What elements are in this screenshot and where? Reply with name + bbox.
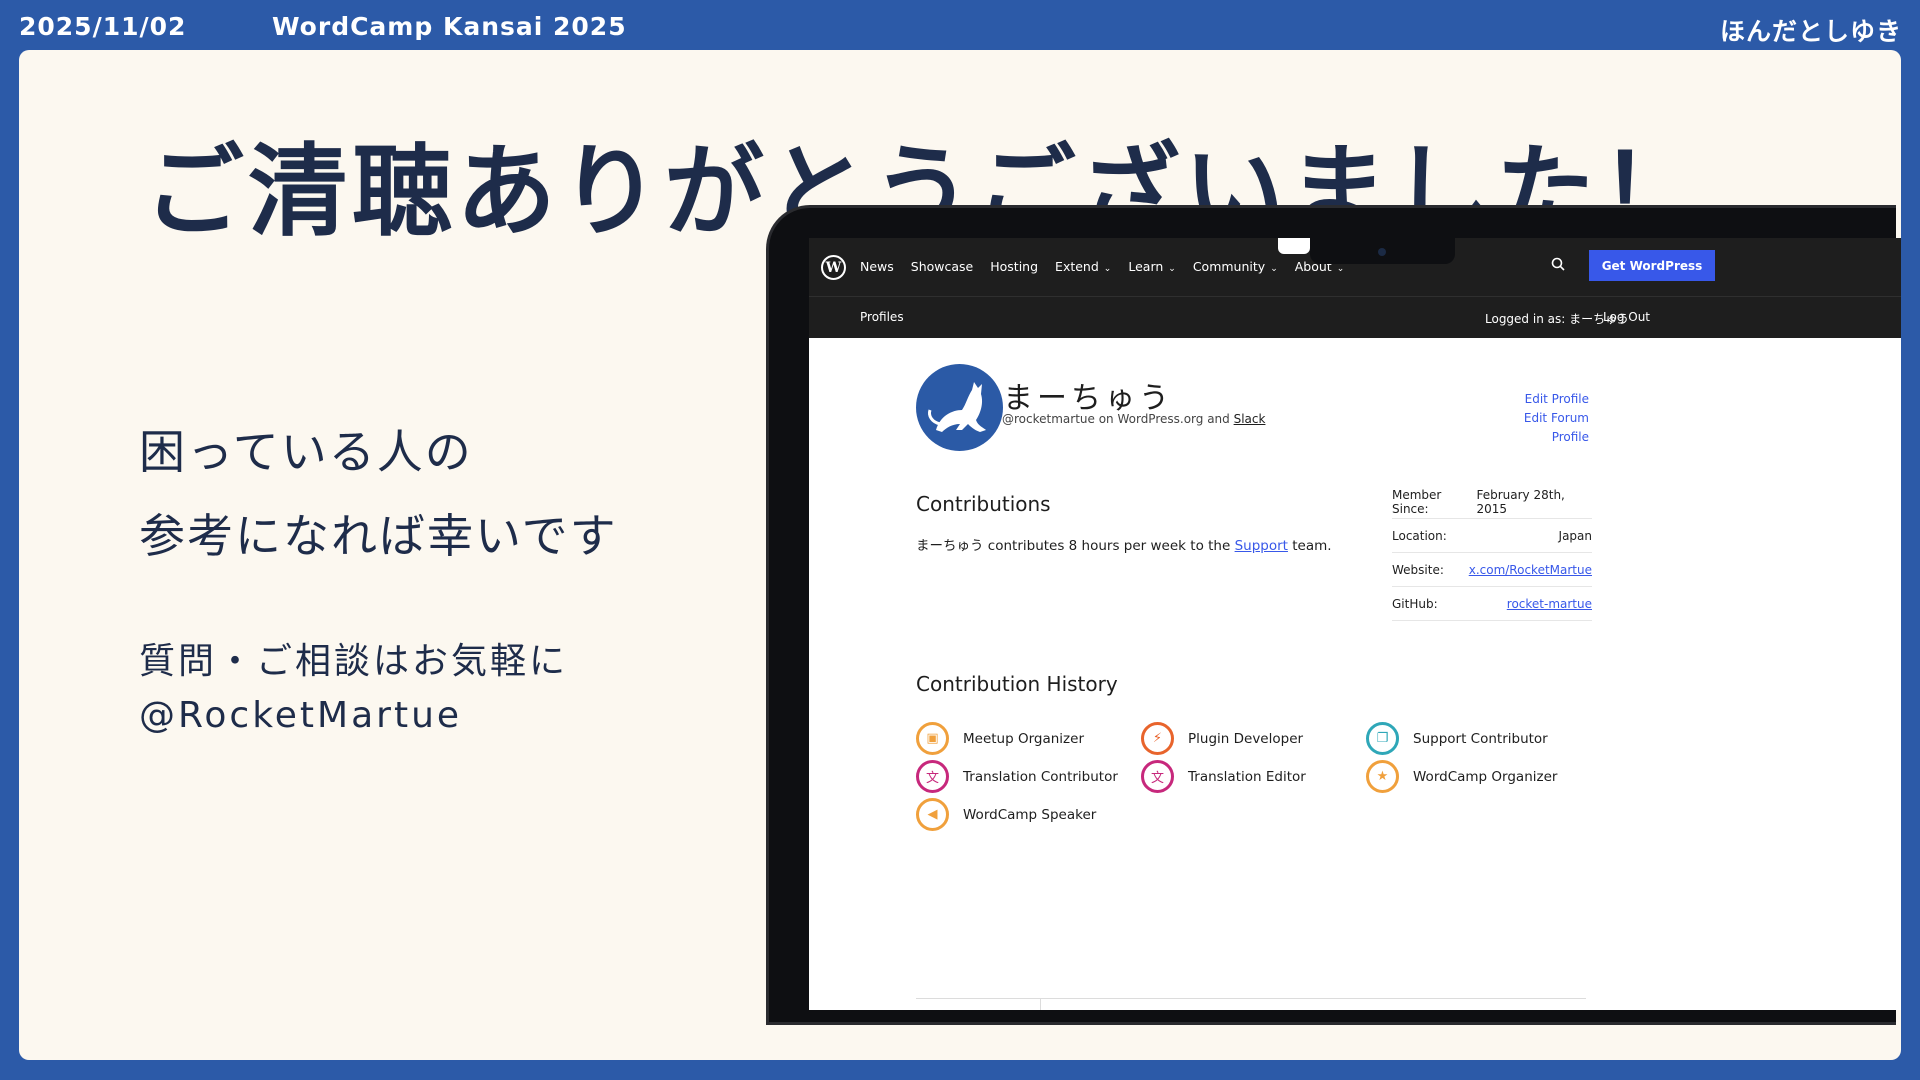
badge-translation-editor: 文 Translation Editor	[1141, 760, 1306, 793]
badge-wordcamp-organizer: ★ WordCamp Organizer	[1366, 760, 1557, 793]
support-icon: ❐	[1366, 722, 1399, 755]
badge-label: Meetup Organizer	[963, 730, 1084, 747]
section-divider	[916, 998, 1586, 999]
meetup-icon: ▣	[916, 722, 949, 755]
nav-item-news[interactable]: News	[860, 259, 894, 274]
badge-plugin-developer: ⚡ Plugin Developer	[1141, 722, 1303, 755]
translation-icon: 文	[916, 760, 949, 793]
slide-contact: 質問・ご相談はお気軽に @RocketMartue	[139, 635, 568, 743]
meta-label: Member Since:	[1392, 487, 1442, 516]
badge-label: Translation Editor	[1188, 768, 1306, 785]
cat-avatar-icon	[928, 382, 986, 432]
slide-message: 困っている人の 参考になれば幸いです	[139, 410, 618, 578]
meta-value: February 28th, 2015	[1476, 487, 1565, 516]
meta-label: Location:	[1392, 528, 1447, 543]
badge-label: WordCamp Organizer	[1413, 768, 1558, 785]
profile-meta: Member Since: February 28th, 2015 Locati…	[1392, 485, 1592, 621]
badge-translation-contributor: 文 Translation Contributor	[916, 760, 1118, 793]
meta-row-member-since: Member Since: February 28th, 2015	[1392, 485, 1592, 519]
wordcamp-organizer-icon: ★	[1366, 760, 1399, 793]
nav-items: News Showcase Hosting Extend ⌄ Learn ⌄ Com…	[860, 259, 1344, 274]
chevron-down-icon: ⌄	[1168, 264, 1176, 274]
camera-icon	[1378, 248, 1386, 256]
support-team-link[interactable]: Support	[1235, 538, 1288, 554]
meta-label: Website:	[1392, 562, 1444, 577]
event-name: WordCamp Kansai 2025	[272, 12, 627, 41]
badge-meetup-organizer: ▣ Meetup Organizer	[916, 722, 1084, 755]
profiles-link[interactable]: Profiles	[860, 310, 904, 324]
message-line: 困っている人の	[139, 425, 473, 479]
slack-link[interactable]: Slack	[1234, 412, 1266, 426]
nav-label: Extend	[1055, 259, 1099, 274]
website-link[interactable]: x.com/RocketMartue	[1469, 563, 1592, 577]
edit-profile-link[interactable]: Edit Profile	[1489, 390, 1589, 409]
nav-item-learn[interactable]: Learn ⌄	[1128, 259, 1175, 274]
nav-item-showcase[interactable]: Showcase	[911, 259, 973, 274]
contributions-text: まーちゅう contributes 8 hours per week to th…	[916, 534, 1332, 554]
badge-label: Translation Contributor	[963, 768, 1118, 785]
contact-handle: @RocketMartue	[139, 695, 463, 736]
contrib-text-after: team.	[1292, 538, 1332, 554]
badge-label: WordCamp Speaker	[963, 806, 1097, 823]
get-wordpress-button[interactable]: Get WordPress	[1589, 250, 1715, 281]
avatar	[916, 364, 1003, 451]
speaker-icon: ◀	[916, 798, 949, 831]
author-name: ほんだとしゆき	[1719, 17, 1902, 46]
wordpress-logo-icon[interactable]: W	[821, 255, 846, 280]
github-link[interactable]: rocket-martue	[1507, 597, 1592, 611]
handle-text: @rocketmartue on WordPress.org and	[1002, 412, 1230, 426]
nav-item-extend[interactable]: Extend ⌄	[1055, 259, 1111, 274]
plugin-icon: ⚡	[1141, 722, 1174, 755]
chevron-down-icon: ⌄	[1103, 264, 1112, 274]
chevron-down-icon: ⌄	[1270, 264, 1278, 274]
meta-value: Japan	[1558, 528, 1592, 543]
slide-header: 2025/11/02 WordCamp Kansai 2025 ほんだとしゆき	[0, 0, 1920, 50]
profiles-subnav: Profiles Logged in as: まーちゅう Log Out	[809, 296, 1901, 338]
edit-forum-profile-link[interactable]: Edit Forum Profile	[1489, 409, 1589, 447]
meta-row-github: GitHub: rocket-martue	[1392, 587, 1592, 621]
nav-label: Showcase	[910, 259, 974, 274]
search-icon[interactable]	[1551, 256, 1565, 275]
notch-highlight	[1278, 238, 1310, 254]
contributions-heading: Contributions	[916, 492, 1051, 516]
laptop-screen: W News Showcase Hosting Extend ⌄ Learn ⌄ C…	[809, 238, 1901, 1010]
meta-label: GitHub:	[1392, 596, 1438, 611]
nav-label: News	[860, 259, 894, 274]
nav-label: Hosting	[990, 259, 1039, 274]
meta-row-location: Location: Japan	[1392, 519, 1592, 553]
nav-item-community[interactable]: Community ⌄	[1193, 259, 1278, 274]
chevron-down-icon: ⌄	[1336, 264, 1345, 274]
translation-editor-icon: 文	[1141, 760, 1174, 793]
contrib-text-before: まーちゅう contributes 8 hours per week to th…	[916, 538, 1231, 554]
slide-date: 2025/11/02	[19, 12, 187, 41]
nav-item-hosting[interactable]: Hosting	[990, 259, 1038, 274]
badge-support-contributor: ❐ Support Contributor	[1366, 722, 1548, 755]
profile-edit-links: Edit Profile Edit Forum Profile	[1489, 390, 1589, 447]
meta-row-website: Website: x.com/RocketMartue	[1392, 553, 1592, 587]
message-line: 参考になれば幸いです	[139, 509, 618, 563]
section-divider	[1040, 998, 1041, 1010]
profile-handle: @rocketmartue on WordPress.org and Slack	[1002, 412, 1265, 426]
contribution-history-heading: Contribution History	[916, 672, 1118, 696]
profile-name: まーちゅう	[1003, 381, 1173, 416]
badge-label: Plugin Developer	[1188, 730, 1304, 747]
logout-link[interactable]: Log Out	[1603, 310, 1650, 324]
nav-label: Community	[1192, 259, 1266, 274]
nav-label: Learn	[1128, 259, 1164, 274]
badge-label: Support Contributor	[1413, 730, 1548, 747]
contact-line: 質問・ご相談はお気軽に	[139, 641, 569, 682]
badge-wordcamp-speaker: ◀ WordCamp Speaker	[916, 798, 1096, 831]
